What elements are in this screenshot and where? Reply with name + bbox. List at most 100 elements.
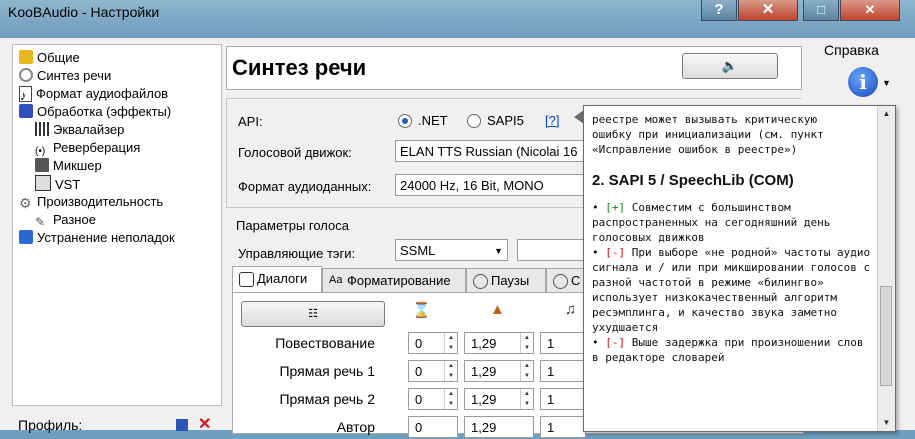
speech1-rate-input[interactable]: 1,29 ▲ ▼ xyxy=(464,360,534,382)
spin-icon[interactable]: ▲ ▼ xyxy=(520,361,533,381)
tree-item-equalizer[interactable]: Эквалайзер xyxy=(35,121,124,139)
tree-item-label: Эквалайзер xyxy=(53,122,125,137)
voice-engine-select[interactable]: ELAN TTS Russian (Nicolai 16 xyxy=(395,140,585,162)
api-sapi5-label: SAPI5 xyxy=(487,113,524,128)
value: 1,29 xyxy=(471,392,497,407)
audio-file-icon: ♪ xyxy=(19,86,32,103)
pitch-column-icon: ♫ xyxy=(565,301,577,318)
tree-item-performance[interactable]: ⚙ Производительность xyxy=(19,193,163,211)
delay-column-icon: ⌛ xyxy=(412,302,431,319)
tree-item-general[interactable]: Общие xyxy=(19,49,80,67)
tree-item-label: Разное xyxy=(53,212,96,227)
control-tags-select[interactable]: SSML xyxy=(395,239,508,261)
tree-item-mixer[interactable]: Микшер xyxy=(35,157,102,175)
speech2-pitch-input[interactable]: 1 xyxy=(540,388,586,410)
narration-delay-input[interactable]: 0 ▲ ▼ xyxy=(408,332,458,354)
value: 1 xyxy=(547,364,555,379)
format-icon: Aa xyxy=(329,274,343,286)
narration-pitch-input[interactable]: 1 xyxy=(540,332,586,354)
tree-item-label: Синтез речи xyxy=(37,68,112,83)
tree-item-label: Устранение неполадок xyxy=(37,230,175,245)
close-window-button[interactable]: ✕ xyxy=(738,0,798,21)
value: 0 xyxy=(415,420,423,435)
tree-item-reverb[interactable]: (•) Реверберация xyxy=(35,139,140,157)
api-net-label: .NET xyxy=(418,113,448,128)
scroll-up-icon[interactable]: ▲ xyxy=(878,106,895,122)
tab-formatting[interactable]: Aa Форматирование xyxy=(322,268,466,292)
tab-label: Паузы xyxy=(491,273,530,288)
tree-item-misc[interactable]: ✎ Разное xyxy=(35,211,96,229)
tree-item-label: Формат аудиофайлов xyxy=(36,86,169,101)
delete-profile-icon[interactable]: ✕ xyxy=(198,414,211,434)
maximize-button[interactable]: □ xyxy=(803,0,839,21)
spin-icon[interactable]: ▲ ▼ xyxy=(444,361,457,381)
value: 1,29 xyxy=(471,336,497,351)
speaker-icon: 🔈 xyxy=(721,58,739,73)
audio-format-label: Формат аудиоданных: xyxy=(238,179,372,194)
tooltip-item-text: Совместим с большинством распространенны… xyxy=(592,201,831,244)
settings-tree: Общие Синтез речи ♪ Формат аудиофайлов Об… xyxy=(12,44,222,406)
minus-marker: [-] xyxy=(605,336,626,349)
audio-format-select[interactable]: 24000 Hz, 16 Bit, MONO xyxy=(395,174,585,196)
row-label-direct-speech-1: Прямая речь 1 xyxy=(279,363,375,379)
speech2-rate-input[interactable]: 1,29 ▲ ▼ xyxy=(464,388,534,410)
save-profile-icon[interactable] xyxy=(176,419,188,431)
list-icon: ☷ xyxy=(308,308,318,320)
value: 1 xyxy=(547,392,555,407)
value: 1,29 xyxy=(471,364,497,379)
api-label: API: xyxy=(238,114,263,129)
author-rate-input[interactable]: 1,29 xyxy=(464,416,534,438)
speech2-delay-input[interactable]: 0 ▲ ▼ xyxy=(408,388,458,410)
narration-rate-input[interactable]: 1,29 ▲ ▼ xyxy=(464,332,534,354)
tab-other[interactable]: С xyxy=(546,268,586,292)
tooltip-scrollbar[interactable]: ▲ ▼ xyxy=(877,106,895,431)
dialogs-list-button[interactable]: ☷ xyxy=(241,301,385,327)
tooltip-line: «Исправление ошибок в реестре») xyxy=(592,143,798,156)
troubleshoot-icon xyxy=(19,230,33,244)
api-net-radio[interactable] xyxy=(398,114,412,128)
scroll-down-icon[interactable]: ▼ xyxy=(878,415,895,431)
control-tags-extra-field[interactable] xyxy=(517,239,587,261)
scroll-thumb[interactable] xyxy=(880,286,892,386)
tree-item-speech-synthesis[interactable]: Синтез речи xyxy=(19,67,111,85)
pause-icon xyxy=(473,274,488,289)
spin-icon[interactable]: ▲ ▼ xyxy=(520,333,533,353)
tree-item-troubleshooting[interactable]: Устранение неполадок xyxy=(19,229,175,247)
window-title: KooBAudio - Настройки xyxy=(8,4,160,20)
value: 1 xyxy=(547,420,555,435)
folder-icon xyxy=(19,50,33,64)
api-sapi5-radio[interactable] xyxy=(467,114,481,128)
plus-marker: [+] xyxy=(605,201,626,214)
speech1-pitch-input[interactable]: 1 xyxy=(540,360,586,382)
row-label-direct-speech-2: Прямая речь 2 xyxy=(279,391,375,407)
spin-icon[interactable]: ▲ ▼ xyxy=(444,333,457,353)
dialog-icon xyxy=(239,272,254,287)
spin-icon[interactable]: ▲ ▼ xyxy=(444,389,457,409)
help-titlebar-button[interactable]: ? xyxy=(701,0,737,21)
author-delay-input[interactable]: 0 xyxy=(408,416,458,438)
spin-icon[interactable]: ▲ ▼ xyxy=(520,389,533,409)
speech1-delay-input[interactable]: 0 ▲ ▼ xyxy=(408,360,458,382)
background-close-button[interactable]: ✕ xyxy=(840,0,900,21)
rate-column-icon: ▲ xyxy=(490,301,505,318)
tree-item-vst[interactable]: VST xyxy=(35,175,80,193)
tree-item-audio-format[interactable]: ♪ Формат аудиофайлов xyxy=(19,85,168,103)
dropdown-arrow-icon[interactable]: ▼ xyxy=(882,78,891,88)
tree-item-label: Реверберация xyxy=(53,140,141,155)
tools-icon: ✎ xyxy=(35,215,46,229)
tab-dialogs[interactable]: Диалоги xyxy=(232,266,322,292)
help-menu-label[interactable]: Справка xyxy=(824,42,879,58)
speak-test-button[interactable]: 🔈 xyxy=(682,53,778,79)
api-help-link[interactable]: [?] xyxy=(545,113,559,128)
author-pitch-input[interactable]: 1 xyxy=(540,416,586,438)
vst-icon xyxy=(35,175,51,191)
voice-params-header: Параметры голоса xyxy=(236,218,350,233)
info-icon[interactable]: i xyxy=(848,67,878,97)
speech-icon xyxy=(19,68,33,82)
equalizer-icon xyxy=(35,122,49,136)
tree-item-label: Микшер xyxy=(53,158,102,173)
tab-label: Диалоги xyxy=(257,271,308,286)
tree-item-effects[interactable]: Обработка (эффекты) xyxy=(19,103,171,121)
minus-marker: [-] xyxy=(605,246,626,259)
tab-pauses[interactable]: Паузы xyxy=(466,268,546,292)
